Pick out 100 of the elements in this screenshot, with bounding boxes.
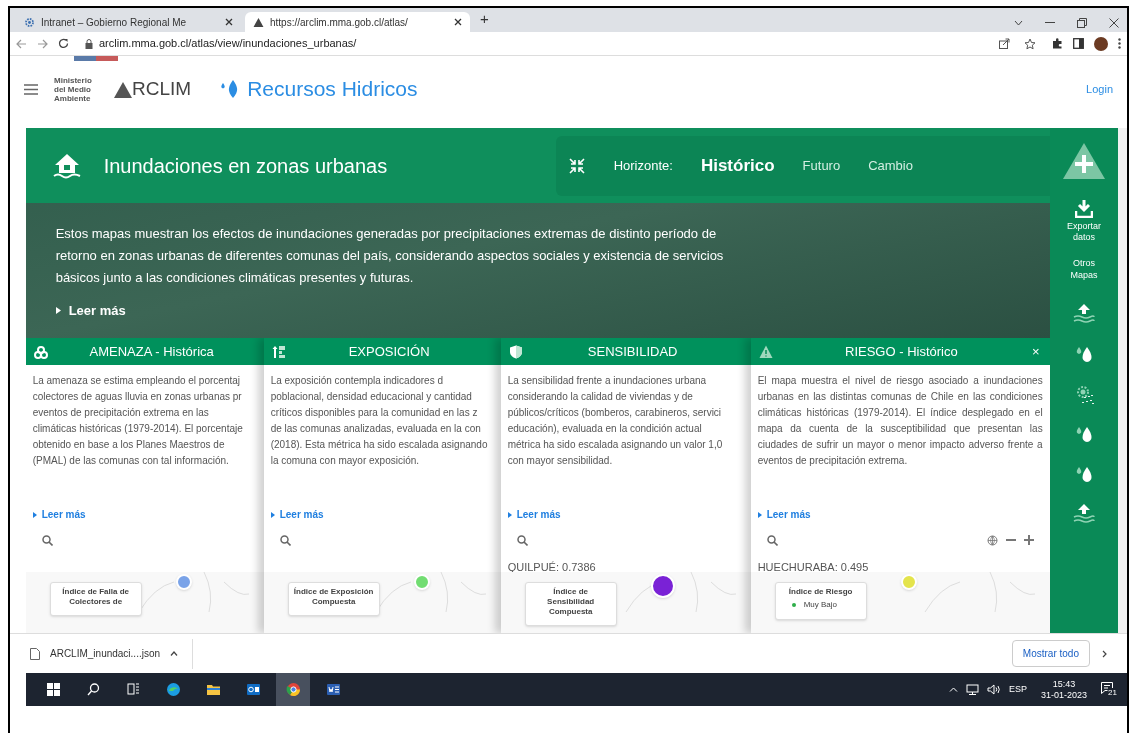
collapse-icon[interactable] (567, 156, 586, 175)
caret-right-icon (32, 511, 37, 518)
page-title: Inundaciones en zonas urbanas (103, 153, 388, 179)
gear-icon (24, 16, 35, 28)
scrollbar[interactable] (1118, 128, 1127, 633)
search-icon[interactable] (279, 534, 291, 546)
card-title: EXPOSICIÓN (347, 342, 431, 361)
side-panel-icon[interactable] (1073, 38, 1084, 49)
star-icon[interactable] (1024, 37, 1036, 50)
share-icon[interactable] (999, 38, 1010, 49)
menu-icon[interactable] (24, 83, 38, 95)
forward-arrow-icon[interactable] (37, 38, 48, 49)
restore-icon[interactable] (1077, 18, 1087, 28)
caret-right-icon (507, 511, 512, 518)
banner-description: Estos mapas muestran los efectos de inundaciones generadas por precipitaciones extremas de distinto período de retorno en zonas urbanas de diferentes comunas del país, considerando aspectos sociales y existencia de servicios básicos junto a las condiciones climáticas presentes y futuras. (55, 225, 725, 287)
lock-icon (85, 38, 93, 49)
avatar[interactable] (1094, 36, 1108, 51)
volume-icon[interactable] (986, 684, 1001, 695)
triangle-icon (253, 16, 264, 28)
search-icon[interactable] (516, 534, 528, 546)
horizon-tab[interactable]: Futuro (802, 155, 841, 176)
card-title: AMENAZA - Histórica (88, 342, 215, 361)
download-icon (1074, 200, 1093, 218)
read-more-link[interactable]: Leer más (270, 507, 324, 522)
card-description: climáticas históricas (1979-2014). El porcentaje (32, 422, 244, 436)
login-link[interactable]: Login (1086, 80, 1113, 98)
close-button[interactable]: × (1030, 341, 1042, 362)
browser-circle-icon (285, 682, 301, 697)
close-icon[interactable] (454, 18, 462, 26)
export-data-button[interactable]: Exportar datos (1061, 200, 1106, 243)
card-description: métrica ha sido escalada asignando un valor 1,0 (507, 438, 724, 452)
arrow-water-icon[interactable] (1072, 303, 1095, 325)
file-icon (30, 647, 40, 660)
horizon-tab[interactable]: Cambio (868, 155, 913, 176)
horizon-label: Horizonte: (613, 156, 673, 175)
house-water-icon (51, 151, 82, 180)
card-description: la comuna con mayor exposición. (270, 454, 421, 468)
zoom-in-icon[interactable] (1023, 535, 1034, 545)
card-description: (PMAL) de las comunas con tal información. (32, 454, 230, 468)
search-icon[interactable] (41, 534, 53, 546)
card-description: obtenido en base a los Planes Maestros de (32, 438, 226, 452)
puzzle-icon[interactable] (1052, 38, 1063, 49)
mail-app-icon (245, 682, 261, 697)
region-value: HUECHURABA: 0.495 (757, 561, 869, 573)
legend-title: Índice de Riesgo (787, 587, 854, 597)
card-description: con mayor sensibilidad. (507, 454, 614, 468)
read-more-link[interactable]: Leer más (32, 507, 86, 522)
show-all-button[interactable]: Mostrar todo (1011, 640, 1090, 667)
read-more-link[interactable]: Leer más (757, 507, 811, 522)
triangle-logo-icon (114, 82, 132, 98)
close-icon[interactable] (1109, 18, 1119, 28)
chevron-right-icon[interactable] (1102, 649, 1107, 658)
address-bar[interactable]: arclim.mma.gob.cl/atlas/view/inundaciones_urbanas/ (79, 33, 1042, 54)
notification-count: 21 (1107, 687, 1118, 697)
more-icon[interactable] (1118, 38, 1121, 49)
windows-logo-icon (45, 682, 61, 697)
card-description: públicos/críticos (bomberos, carabineros, servici (507, 406, 723, 420)
document-app-icon (325, 682, 341, 697)
other-maps-button[interactable]: Otros Mapas (1063, 257, 1104, 281)
minimize-icon[interactable] (1045, 22, 1055, 24)
read-more-link[interactable]: Leer más (55, 301, 760, 321)
new-tab-button[interactable]: + (474, 7, 495, 32)
card-description: colectores de aguas lluvia en zonas urbanas pr (32, 390, 243, 404)
plus-triangle-icon[interactable] (1061, 142, 1106, 180)
legend-label: Muy Bajo (803, 599, 837, 611)
ministry-logo-text: Ministerio del Medio Ambiente (54, 75, 93, 103)
card-title: RIESGO - Histórico (844, 342, 959, 361)
caret-right-icon (757, 511, 762, 518)
region-value: QUILPUÉ: 0.7386 (507, 561, 596, 573)
caret-up-icon (170, 651, 179, 656)
card-description: La exposición contempla indicadores d (270, 374, 444, 388)
card-description: La amenaza se estima empleando el porcentaj (32, 374, 241, 388)
clock[interactable]: 15:43 31-01-2023 (1034, 678, 1093, 701)
caret-up-icon[interactable] (948, 687, 958, 692)
browser-tab[interactable]: https://arclim.mma.gob.cl/atlas/ (245, 12, 470, 32)
folder-icon (205, 682, 221, 697)
network-icon[interactable] (965, 684, 979, 695)
shield-icon (508, 344, 523, 359)
legend-title: Índice de Falla de Colectores de (61, 587, 130, 607)
clock-time: 15:43 (1052, 678, 1076, 690)
reload-icon[interactable] (58, 38, 69, 49)
arrow-water-icon[interactable] (1072, 503, 1095, 525)
language-indicator[interactable]: ESP (1008, 682, 1027, 697)
read-more-link[interactable]: Leer más (507, 507, 561, 522)
horizon-tab[interactable]: Histórico (700, 152, 775, 179)
search-icon[interactable] (766, 534, 778, 546)
back-arrow-icon[interactable] (16, 38, 27, 49)
download-item[interactable]: ARCLIM_inundaci....json (30, 638, 194, 669)
card-description: educación), evaluada en la condición actual (507, 422, 703, 436)
card-description: críticos disponibles para la comunidad en las z (270, 406, 479, 420)
card-description: eventos de precipitación extrema en las (32, 406, 210, 420)
globe-icon[interactable] (986, 534, 998, 546)
card-description: poblacional, densidad educacional y cantidad (270, 390, 473, 404)
flag-stripe-icon (74, 56, 118, 61)
chevron-down-icon[interactable] (1014, 20, 1023, 26)
close-icon[interactable] (225, 18, 233, 26)
browser-swirl-icon (165, 682, 181, 697)
card-title: SENSIBILIDAD (586, 342, 679, 361)
card-description: El mapa muestra el nivel de riesgo asociado a inundaciones urbanas en las distintas comunas de Chile en las condiciones climáticas históricas (1979-2014). El índice desplegado en el mapa da cuenta de la susceptibilidad que presentan las ciudades de sufrir un mayor o menor impacto adverso frente a eventos de precipitación extrema. (757, 374, 1043, 468)
task-view-icon (125, 682, 141, 697)
